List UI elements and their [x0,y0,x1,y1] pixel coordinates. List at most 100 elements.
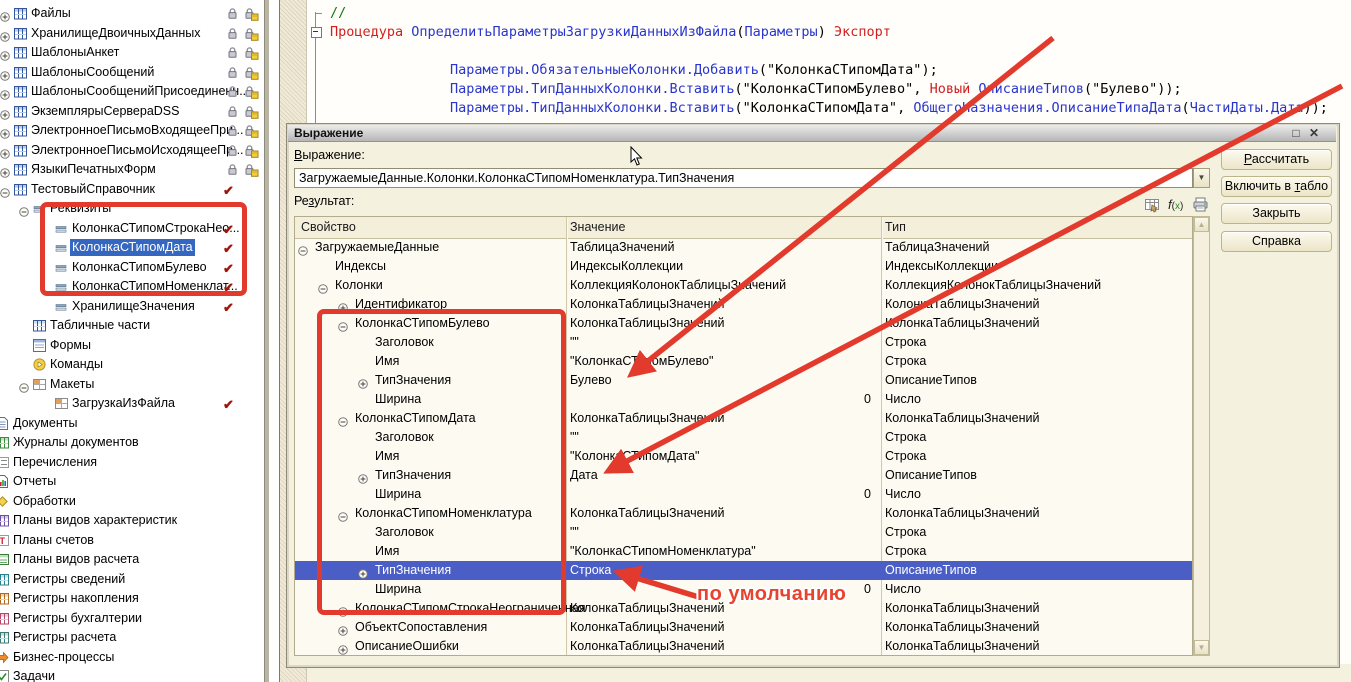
table-row[interactable]: Имя"КолонкаСТипомБулево"Строка [295,352,1192,371]
sidebar-item[interactable]: Файлы [0,5,264,24]
sidebar-item[interactable]: Планы видов характеристик [0,512,264,531]
sidebar-item-label[interactable]: Регистры накопления [11,590,141,607]
sidebar-item[interactable]: КолонкаСТипомСтрокаНео...✔ [0,220,264,239]
expand-icon[interactable] [338,642,348,661]
sidebar-item[interactable]: Регистры бухгалтерии [0,610,264,629]
table-row[interactable]: Заголовок""Строка [295,523,1192,542]
sidebar-item-label[interactable]: ЗагрузкаИзФайла [70,395,177,412]
sidebar-item-label[interactable]: ХранилищеДвоичныхДанных [29,25,203,42]
code-line[interactable]: Параметры.ТипДанныхКолонки.Вставить("Кол… [450,81,1182,98]
maximize-icon[interactable]: □ [1288,125,1304,142]
sidebar-item-label[interactable]: Регистры бухгалтерии [11,610,144,627]
sidebar-item[interactable]: Обработки [0,493,264,512]
sidebar-item-label[interactable]: Обработки [11,493,78,510]
sidebar-item-label[interactable]: Регистры сведений [11,571,127,588]
sidebar-item-label[interactable]: ЭлектронноеПисьмоИсходящееПр... [29,142,246,159]
table-row[interactable]: КолонкаСТипомНоменклатураКолонкаТаблицыЗ… [295,504,1192,523]
sidebar-item[interactable]: ШаблоныСообщений [0,64,264,83]
sidebar-item[interactable]: ЯзыкиПечатныхФорм [0,161,264,180]
help-button[interactable]: Справка [1221,231,1332,252]
sidebar-item-label[interactable]: ШаблоныСообщенийПрисоединенн... [29,83,252,100]
sidebar-item[interactable]: Регистры накопления [0,590,264,609]
sidebar-item-label[interactable]: Документы [11,415,79,432]
sidebar-item-label[interactable]: Перечисления [11,454,99,471]
sidebar-item[interactable]: КолонкаСТипомБулево✔ [0,259,264,278]
sidebar-item-label[interactable]: Файлы [29,5,73,22]
sidebar-item[interactable]: ТПланы счетов [0,532,264,551]
table-row[interactable]: Ширина0Число [295,485,1192,504]
sidebar-item[interactable]: Регистры сведений [0,571,264,590]
sidebar-item-label[interactable]: Планы счетов [11,532,96,549]
sidebar-item[interactable]: Планы видов расчета [0,551,264,570]
metadata-tree[interactable]: Файлы ХранилищеДвоичныхДанных ШаблоныАнкет… [0,0,264,682]
sidebar-item[interactable]: Табличные части [0,317,264,336]
sidebar-item[interactable]: Бизнес-процессы [0,649,264,668]
table-row[interactable]: ОбъектСопоставленияКолонкаТаблицыЗначени… [295,618,1192,637]
table-row[interactable]: КолонкаСТипомДатаКолонкаТаблицыЗначенийК… [295,409,1192,428]
table-row[interactable]: КолонкаСТипомБулевоКолонкаТаблицыЗначени… [295,314,1192,333]
table-row[interactable]: Имя"КолонкаСТипомНоменклатура"Строка [295,542,1192,561]
table-row[interactable]: ТипЗначенияБулевоОписаниеТипов [295,371,1192,390]
sidebar-item[interactable]: Документы [0,415,264,434]
sidebar-item[interactable]: ШаблоныСообщенийПрисоединенн... [0,83,264,102]
fx-icon[interactable]: f(x) [1168,197,1186,215]
sidebar-item-label[interactable]: Реквизиты [48,200,113,217]
sidebar-item[interactable]: КолонкаСТипомНоменклат...✔ [0,278,264,297]
chevron-down-icon[interactable]: ▼ [1193,168,1210,188]
table-row[interactable]: Заголовок""Строка [295,428,1192,447]
sidebar-item[interactable]: Перечисления [0,454,264,473]
sidebar-item-label[interactable]: ЭлектронноеПисьмоВходящееПри... [29,122,245,139]
sidebar-item[interactable]: ХранилищеДвоичныхДанных [0,25,264,44]
sidebar-item[interactable]: КолонкаСТипомДата✔ [0,239,264,258]
sidebar-item[interactable]: Журналы документов [0,434,264,453]
sidebar-item-label[interactable]: КолонкаСТипомСтрокаНео... [70,220,242,237]
sidebar-item-label[interactable]: Макеты [48,376,96,393]
sidebar-item[interactable]: Регистры расчета [0,629,264,648]
code-line[interactable]: Параметры.ОбязательныеКолонки.Добавить("… [450,62,938,79]
column-header-property[interactable]: Свойство [301,217,356,238]
close-button[interactable]: Закрыть [1221,203,1332,224]
table-row[interactable]: ОписаниеОшибкиКолонкаТаблицыЗначенийКоло… [295,637,1192,656]
expression-input[interactable] [294,168,1193,188]
sidebar-item[interactable]: ЗагрузкаИзФайла✔ [0,395,264,414]
table-row[interactable]: Заголовок""Строка [295,333,1192,352]
table-row[interactable]: ЗагружаемыеДанныеТаблицаЗначенийТаблицаЗ… [295,238,1192,257]
sidebar-item[interactable]: ЭлектронноеПисьмоИсходящееПр... [0,142,264,161]
table-row[interactable]: ИдентификаторКолонкаТаблицыЗначенийКолон… [295,295,1192,314]
table-row[interactable]: ТипЗначенияДатаОписаниеТипов [295,466,1192,485]
include-in-watch-button[interactable]: Включить в табло [1221,176,1332,197]
sidebar-item[interactable]: ЭкземплярыСервераDSS [0,103,264,122]
sidebar-item-label[interactable]: ТестовыйСправочник [29,181,157,198]
sidebar-item-label[interactable]: Планы видов характеристик [11,512,179,529]
sidebar-item[interactable]: ЭлектронноеПисьмоВходящееПри... [0,122,264,141]
table-row[interactable]: ИндексыИндексыКоллекцииИндексыКоллекции [295,257,1192,276]
sidebar-item-label[interactable]: Табличные части [48,317,152,334]
sidebar-item-label[interactable]: Формы [48,337,93,354]
sidebar-item[interactable]: Отчеты [0,473,264,492]
sidebar-item-label[interactable]: КолонкаСТипомБулево [70,259,209,276]
sidebar-item-label[interactable]: ЭкземплярыСервераDSS [29,103,182,120]
print-icon[interactable] [1192,196,1210,214]
sidebar-item[interactable]: Реквизиты [0,200,264,219]
table-row[interactable]: КолонкиКоллекцияКолонокТаблицыЗначенийКо… [295,276,1192,295]
sidebar-item[interactable]: Формы [0,337,264,356]
sidebar-item[interactable]: ШаблоныАнкет [0,44,264,63]
collapse-minus-icon[interactable] [311,27,322,38]
sidebar-item[interactable]: Команды [0,356,264,375]
sidebar-divider[interactable] [264,0,269,682]
calculate-button[interactable]: Рассчитать [1221,149,1332,170]
sidebar-item[interactable]: Задачи [0,668,264,682]
dialog-titlebar[interactable]: Выражение [288,125,1336,142]
table-row[interactable]: Имя"КолонкаСТипомДата"Строка [295,447,1192,466]
sidebar-item-label[interactable]: Журналы документов [11,434,141,451]
sidebar-item[interactable]: ХранилищеЗначения✔ [0,298,264,317]
scroll-down-icon[interactable]: ▼ [1194,640,1209,655]
sidebar-item-label[interactable]: ШаблоныСообщений [29,64,156,81]
expand-icon[interactable] [358,566,368,585]
sidebar-item-label[interactable]: ЯзыкиПечатныхФорм [29,161,158,178]
sidebar-item-label[interactable]: Регистры расчета [11,629,118,646]
column-header-value[interactable]: Значение [570,217,625,238]
sidebar-item-label[interactable]: Команды [48,356,105,373]
show-value-grid-icon[interactable] [1144,197,1162,215]
table-row[interactable]: Ширина0Число [295,390,1192,409]
